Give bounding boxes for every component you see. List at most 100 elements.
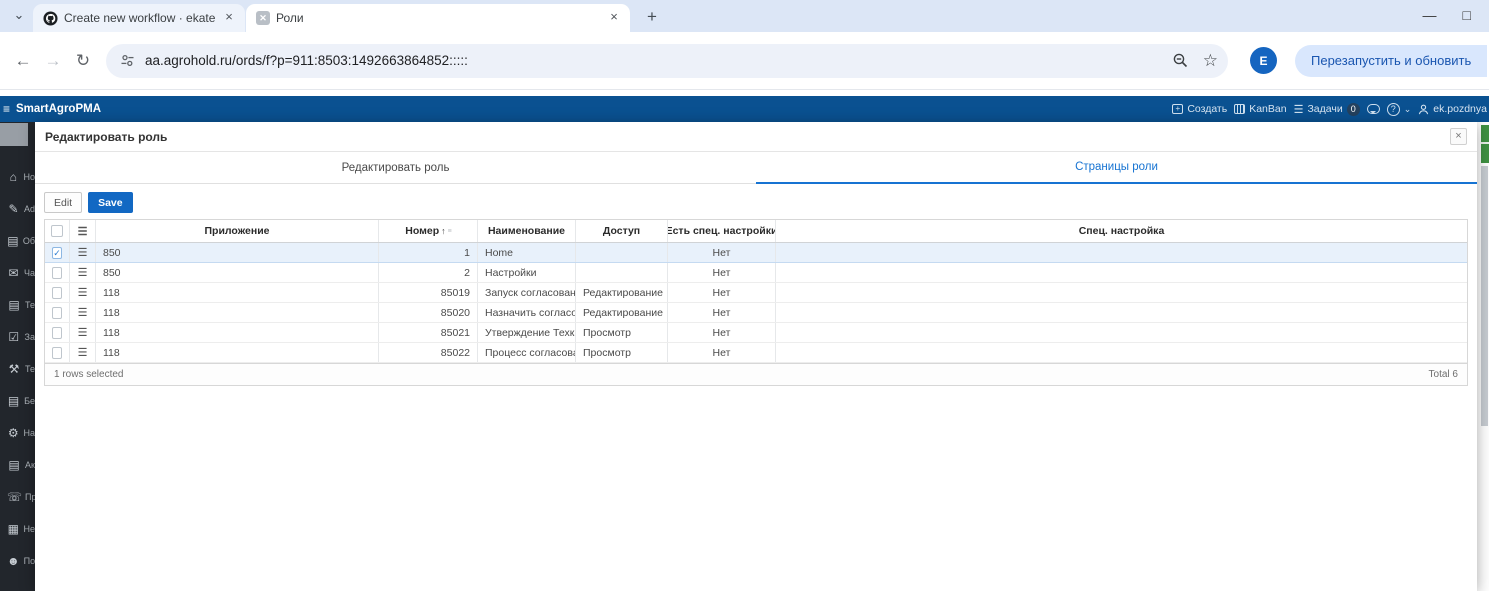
browser-tab-github[interactable]: Create new workflow · ekaterina × — [33, 4, 245, 32]
bookmark-star-icon[interactable]: ☆ — [1203, 51, 1218, 71]
sidebar-item-label: Ча — [24, 268, 35, 278]
reload-icon[interactable]: ↻ — [68, 51, 98, 71]
sidebar-item[interactable]: ▤ Об — [0, 234, 35, 248]
column-header-special[interactable]: Спец. настройка — [776, 220, 1467, 242]
row-checkbox[interactable]: ✓ — [52, 327, 62, 339]
sidebar-item-label: Не — [23, 524, 35, 534]
column-header-access[interactable]: Доступ — [576, 220, 668, 242]
app-title: SmartAgroPMA — [16, 103, 101, 115]
app-menu-icon[interactable]: ≡ — [3, 102, 10, 116]
site-settings-icon[interactable] — [120, 53, 135, 68]
row-menu-icon[interactable]: ☰ — [78, 286, 88, 299]
help-menu[interactable]: ? ⌄ — [1387, 103, 1412, 116]
create-button[interactable]: + Создать — [1172, 103, 1227, 115]
restart-update-button[interactable]: Перезапустить и обновить — [1295, 45, 1487, 77]
sidebar-item-label: За — [25, 332, 35, 342]
window-maximize-button[interactable]: □ — [1463, 2, 1471, 28]
sidebar-item-label: Ho — [23, 172, 35, 182]
back-icon[interactable]: ← — [8, 51, 38, 71]
row-checkbox[interactable]: ✓ — [52, 347, 62, 359]
scrollbar-strip[interactable] — [1481, 166, 1488, 426]
modal-close-icon[interactable]: × — [1450, 128, 1467, 145]
document-icon: ▤ — [7, 458, 21, 472]
sidebar-item[interactable]: ✎ Ad — [0, 202, 35, 216]
green-strip — [1481, 125, 1489, 163]
edit-button[interactable]: Edit — [44, 192, 82, 213]
sidebar-item[interactable]: ▤ Ак — [0, 458, 35, 472]
select-all-checkbox[interactable] — [51, 225, 63, 237]
table-row[interactable]: ✓ ☰ 118 85020 Назначить согласовант... Р… — [45, 303, 1467, 323]
column-header-app[interactable]: Приложение — [96, 220, 379, 242]
sidebar-item[interactable]: ☑ За — [0, 330, 35, 344]
truck-icon: ⚒ — [7, 362, 21, 376]
tab-role-pages[interactable]: Страницы роли — [756, 152, 1477, 184]
table-row[interactable]: ✓ ☰ 118 85022 Процесс согласования ... П… — [45, 343, 1467, 363]
zoom-out-icon[interactable] — [1172, 52, 1189, 69]
home-icon: ⌂ — [7, 170, 19, 184]
browser-tab-roles[interactable]: ✕ Роли × — [246, 4, 630, 32]
table-row[interactable]: ✓ ☰ 118 85021 Утверждение Техкарты Просм… — [45, 323, 1467, 343]
window-minimize-button[interactable]: — — [1423, 2, 1437, 28]
sidebar-item-label: Те — [25, 364, 35, 374]
admin-icon: ✎ — [7, 202, 20, 216]
column-header-has-special[interactable]: Есть спец. настройки — [668, 220, 776, 242]
sidebar-item[interactable]: ✉ Ча — [0, 266, 35, 280]
sidebar: ⌂ Ho ✎ Ad ▤ Об ✉ Ча ▤ Те ☑ За ⚒ Те ▤ Бе … — [0, 122, 35, 591]
sidebar-item-label: Ак — [25, 460, 35, 470]
tab-search-chevron[interactable]: ⌄ — [8, 5, 30, 27]
column-label: Номер — [405, 225, 439, 237]
cell-special — [776, 303, 1467, 322]
url-text[interactable]: aa.agrohold.ru/ords/f?p=911:8503:1492663… — [145, 53, 1158, 68]
kanban-button[interactable]: KanBan — [1234, 103, 1286, 115]
cell-access: Просмотр — [576, 323, 668, 342]
cell-name: Настройки — [478, 263, 576, 282]
document-icon: ▤ — [7, 394, 20, 408]
cell-app: 118 — [96, 343, 379, 362]
sidebar-item[interactable]: ⚒ Те — [0, 362, 35, 376]
column-header-name[interactable]: Наименование — [478, 220, 576, 242]
sidebar-item[interactable]: ▤ Те — [0, 298, 35, 312]
row-checkbox[interactable]: ✓ — [52, 307, 62, 319]
column-header-number[interactable]: Номер ↑ ≡ — [379, 220, 478, 242]
sidebar-item[interactable]: ▤ Бе — [0, 394, 35, 408]
save-button[interactable]: Save — [88, 192, 133, 213]
cell-app: 118 — [96, 303, 379, 322]
tab-close-icon[interactable]: × — [221, 10, 237, 26]
row-menu-icon[interactable]: ☰ — [78, 266, 88, 279]
kanban-icon — [1234, 104, 1245, 114]
user-menu[interactable]: ek.pozdnya — [1418, 103, 1487, 115]
row-menu-icon[interactable]: ☰ — [78, 246, 88, 259]
cell-has-special: Нет — [668, 343, 776, 362]
cell-name: Утверждение Техкарты — [478, 323, 576, 342]
tab-close-icon[interactable]: × — [606, 10, 622, 26]
sidebar-item[interactable]: ▦ Не — [0, 522, 35, 536]
row-menu-icon[interactable]: ☰ — [78, 225, 88, 238]
tasks-icon: ☑ — [7, 330, 21, 344]
chat-button[interactable] — [1367, 104, 1380, 114]
address-bar[interactable]: aa.agrohold.ru/ords/f?p=911:8503:1492663… — [106, 44, 1228, 78]
sort-lines-icon: ≡ — [448, 228, 451, 235]
sidebar-item[interactable]: ⌂ Ho — [0, 170, 35, 184]
cell-app: 118 — [96, 283, 379, 302]
profile-avatar[interactable]: E — [1250, 47, 1277, 74]
cell-special — [776, 283, 1467, 302]
row-menu-icon[interactable]: ☰ — [78, 346, 88, 359]
new-tab-button[interactable]: + — [640, 6, 664, 30]
forward-icon: → — [38, 51, 68, 71]
sidebar-item[interactable]: ⚙ На — [0, 426, 35, 440]
row-menu-icon[interactable]: ☰ — [78, 326, 88, 339]
tab-edit-role[interactable]: Редактировать роль — [35, 152, 756, 184]
table-row[interactable]: ✓ ☰ 850 2 Настройки Нет — [45, 263, 1467, 283]
tasks-button[interactable]: ☰ Задачи 0 — [1294, 103, 1360, 116]
row-checkbox[interactable]: ✓ — [52, 267, 62, 279]
row-checkbox[interactable]: ✓ — [52, 287, 62, 299]
sort-asc-icon: ↑ — [441, 226, 446, 236]
table-row[interactable]: ✓ ☰ 118 85019 Запуск согласования ТК Ред… — [45, 283, 1467, 303]
page-behind-strip — [1477, 122, 1489, 591]
table-row[interactable]: ✓ ☰ 850 1 Home Нет — [45, 243, 1467, 263]
row-checkbox[interactable]: ✓ — [52, 247, 62, 259]
row-menu-icon[interactable]: ☰ — [78, 306, 88, 319]
sidebar-item[interactable]: ☏ Пр — [0, 490, 35, 504]
sidebar-item[interactable]: ☻ По — [0, 554, 35, 568]
cell-name: Процесс согласования ... — [478, 343, 576, 362]
